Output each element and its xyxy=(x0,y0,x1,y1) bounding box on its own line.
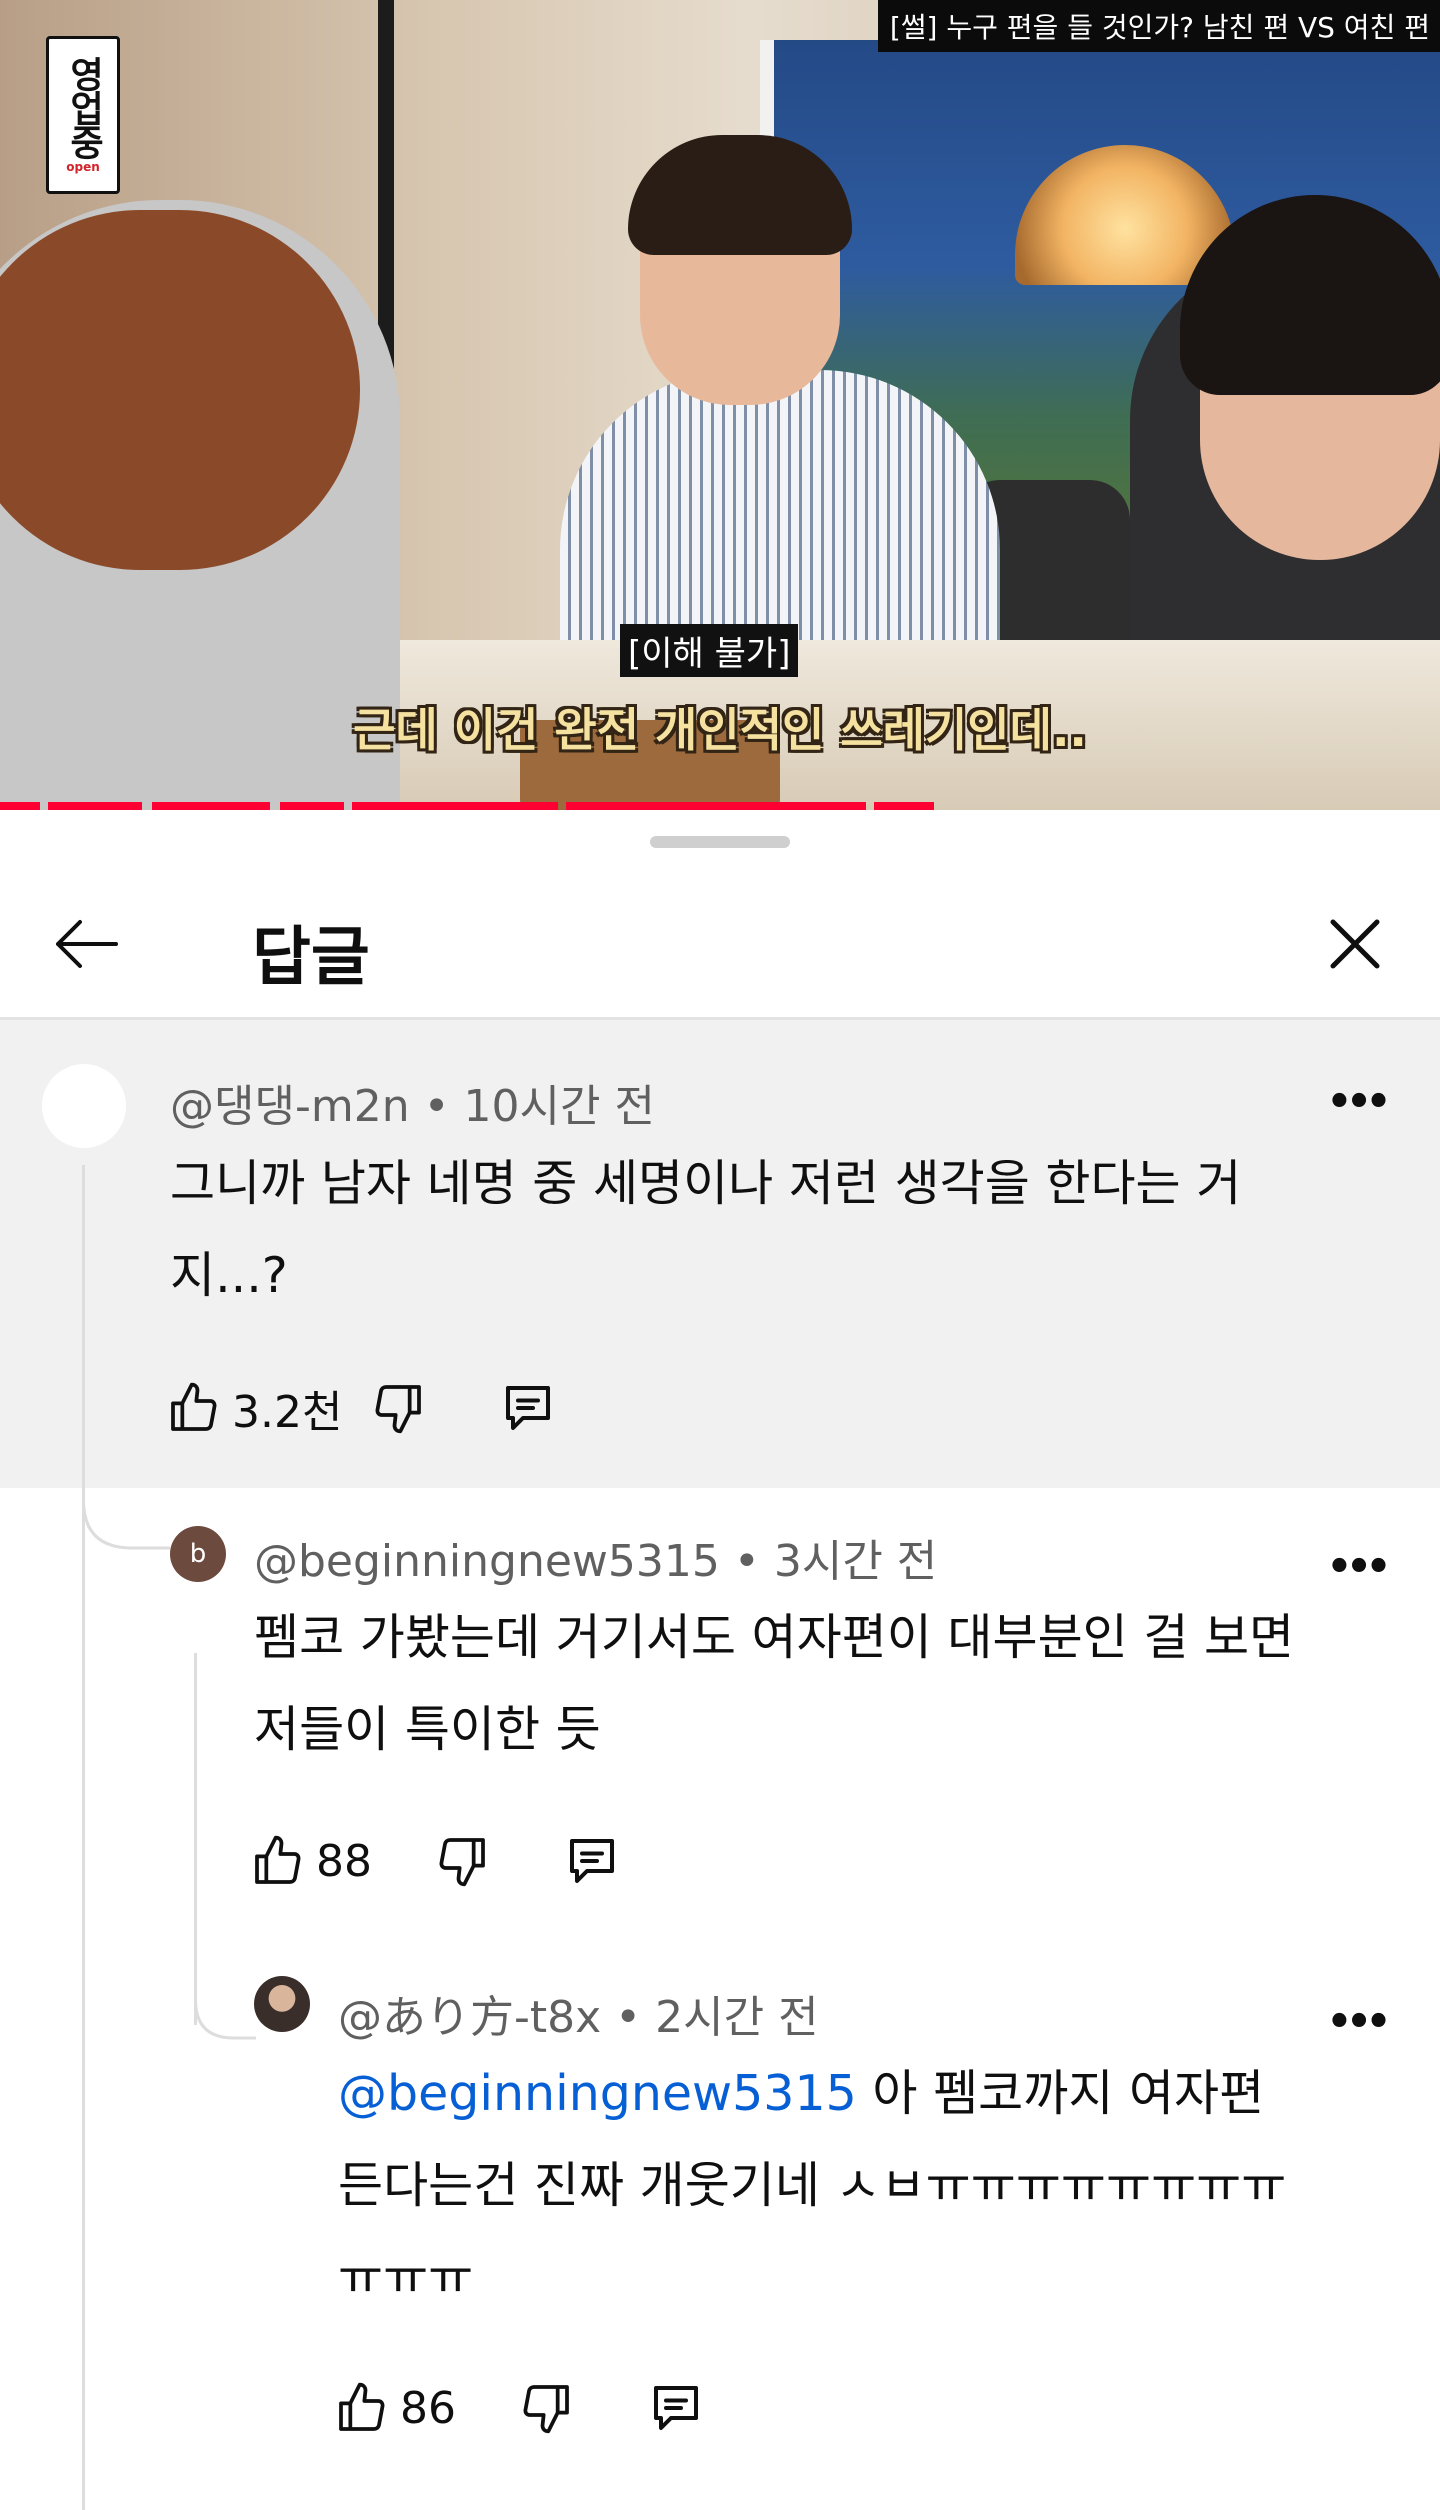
avatar[interactable] xyxy=(42,1064,126,1148)
thumbs-up-icon xyxy=(255,1835,301,1884)
comment-actions: 3.2천 xyxy=(166,1373,558,1443)
mention-link[interactable]: @beginningnew5315 xyxy=(338,2065,857,2122)
comment-actions: 88 xyxy=(250,1826,622,1896)
progress-segment xyxy=(280,802,344,810)
like-count: 3.2천 xyxy=(232,1387,343,1438)
like-count: 86 xyxy=(400,2382,456,2434)
progress-segment xyxy=(874,802,934,810)
thumbs-down-icon xyxy=(523,2385,569,2434)
thumbs-up-icon xyxy=(339,2382,385,2431)
more-options-button[interactable]: ••• xyxy=(1326,1992,1392,2052)
comment-text: @beginningnew5315 아 펨코까지 여자편 든다는건 진짜 개웃기… xyxy=(338,2048,1318,2324)
thumbs-down-icon xyxy=(439,1838,485,1887)
like-button[interactable]: 86 xyxy=(334,2373,456,2443)
comment-author[interactable]: @댕댕-m2n xyxy=(170,1081,410,1132)
reply-button[interactable] xyxy=(562,1826,622,1896)
close-button[interactable] xyxy=(1315,904,1395,984)
thumbs-up-icon xyxy=(171,1382,217,1431)
thread-connector xyxy=(194,1950,256,2040)
channel-logo-text: 영업중 xyxy=(63,56,104,158)
comment-time: 2시간 전 xyxy=(655,1992,819,2043)
comment-author[interactable]: @beginningnew5315 xyxy=(254,1536,720,1587)
video-title-overlay: [썰] 누구 편을 들 것인가? 남친 편 VS 여친 편 xyxy=(877,0,1440,52)
parent-comment: @댕댕-m2n • 10시간 전 ••• 그니까 남자 네명 중 세명이나 저런… xyxy=(0,1020,1440,1488)
progress-segment xyxy=(566,802,866,810)
like-button[interactable]: 88 xyxy=(250,1826,372,1896)
reply-comment-icon xyxy=(506,1386,551,1430)
dislike-button[interactable] xyxy=(370,1373,426,1443)
reply-button[interactable] xyxy=(498,1373,558,1443)
progress-segment xyxy=(152,802,270,810)
progress-segment xyxy=(48,802,142,810)
separator-dot: • xyxy=(615,1992,642,2043)
thread-connector xyxy=(82,1460,170,1550)
more-vert-icon: ••• xyxy=(1326,1079,1392,1125)
progress-segment xyxy=(0,802,40,810)
channel-logo-sub: open xyxy=(66,160,100,174)
reply-comment-icon xyxy=(654,2386,698,2430)
thread-line xyxy=(82,1165,85,2510)
close-icon xyxy=(1330,919,1380,969)
comment-time: 10시간 전 xyxy=(463,1081,655,1132)
avatar-letter: b xyxy=(189,1539,207,1569)
comment-header: @あり方-t8x • 2시간 전 xyxy=(338,1981,819,2045)
dislike-button[interactable] xyxy=(434,1826,490,1896)
comment-author[interactable]: @あり方-t8x xyxy=(338,1992,601,2043)
more-vert-icon: ••• xyxy=(1326,1544,1392,1590)
video-player[interactable]: 영업중 open [썰] 누구 편을 들 것인가? 남친 편 VS 여친 편 [… xyxy=(0,0,1440,810)
more-options-button[interactable]: ••• xyxy=(1326,1537,1392,1597)
more-options-button[interactable]: ••• xyxy=(1326,1072,1392,1132)
like-button[interactable]: 3.2천 xyxy=(166,1373,342,1443)
dislike-button[interactable] xyxy=(518,2373,574,2443)
replies-sheet: 답글 @댕댕-m2n • 10시간 전 ••• 그니까 남자 네명 중 세명이나… xyxy=(0,810,1440,2510)
back-button[interactable] xyxy=(40,904,130,984)
separator-dot: • xyxy=(423,1081,450,1132)
comment-time: 3시간 전 xyxy=(773,1536,938,1587)
video-subtitle-tag: [이해 불가] xyxy=(620,624,799,677)
comment-text: 그니까 남자 네명 중 세명이나 저런 생각을 한다는 거지...? xyxy=(170,1155,1242,1304)
video-progress-bar[interactable] xyxy=(0,802,1440,810)
avatar[interactable] xyxy=(254,1976,310,2032)
avatar[interactable]: b xyxy=(170,1526,226,1582)
video-person-left-hair xyxy=(0,210,360,570)
like-count: 88 xyxy=(316,1835,372,1887)
separator-dot: • xyxy=(733,1536,760,1587)
thumbs-down-icon xyxy=(376,1385,422,1434)
drag-handle[interactable] xyxy=(650,836,790,848)
comment-header: @댕댕-m2n • 10시간 전 xyxy=(170,1070,655,1134)
page-title: 답글 xyxy=(252,921,370,995)
reply-comment-icon xyxy=(570,1839,614,1883)
reply-button[interactable] xyxy=(646,2373,706,2443)
progress-segment xyxy=(352,802,558,810)
channel-logo: 영업중 open xyxy=(46,36,120,194)
comment-text: 펨코 가봤는데 거기서도 여자편이 대부분인 걸 보면 저들이 특이한 듯 xyxy=(254,1609,1295,1758)
comment-actions: 86 xyxy=(334,2373,706,2443)
arrow-left-icon xyxy=(56,920,118,968)
replies-header: 답글 xyxy=(0,864,1440,1014)
video-subtitle: 근데 이건 완전 개인적인 쓰레기인데.. xyxy=(353,703,1087,757)
more-vert-icon: ••• xyxy=(1326,1999,1392,2045)
comment-header: @beginningnew5315 • 3시간 전 xyxy=(254,1525,937,1589)
